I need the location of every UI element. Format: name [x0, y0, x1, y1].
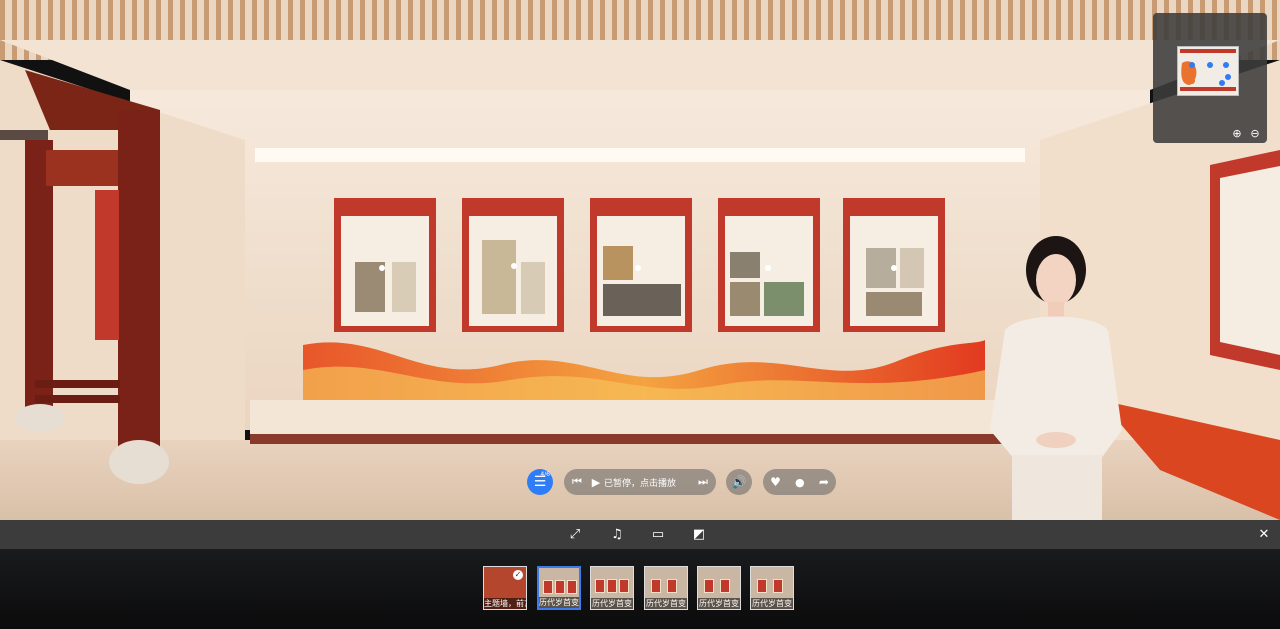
scene-thumbnail-strip: ✓ 主题墙，前言 历代岁首变 历代岁首变 历代岁首变 历代岁首变 历代岁首变 [0, 549, 1280, 629]
scene-thumbnail[interactable]: 历代岁首变 [590, 566, 634, 610]
bottom-toolbar: ⤢ ♫ ▭ ◩ ✕ [0, 520, 1280, 549]
gyroscope-icon[interactable]: ◩ [690, 526, 708, 544]
scene-thumbnail-label: 历代岁首变 [645, 598, 687, 609]
close-icon[interactable]: ✕ [1255, 526, 1273, 544]
playback-bar: ⏮ ▶ 已暂停，点击播放 ⏭ [564, 469, 716, 495]
scene-thumbnail[interactable]: 历代岁首变 [750, 566, 794, 610]
scene-thumbnail[interactable]: 历代岁首变 [644, 566, 688, 610]
floor-plan-thumbnail[interactable] [1177, 46, 1239, 96]
vr-glasses-icon[interactable]: ▭ [649, 526, 667, 544]
comment-icon[interactable]: ● [795, 476, 805, 489]
scene-thumbnail-label: 主题墙，前言 [484, 598, 526, 609]
volume-button[interactable]: 🔊 [726, 469, 752, 495]
play-icon[interactable]: ▶ [588, 476, 604, 489]
exhibition-hall-scene [0, 0, 1280, 520]
skip-previous-icon[interactable]: ⏮ [566, 475, 588, 489]
minimap-panel[interactable]: ⊕ ⊖ [1153, 13, 1267, 143]
panorama-view[interactable]: ⊕ ⊖ ☰ 4/6 ⏮ ▶ 已暂停，点击播放 ⏭ 🔊 ♥ ● ➦ [0, 0, 1280, 520]
heart-icon[interactable]: ♥ [770, 475, 781, 489]
zoom-in-icon[interactable]: ⊕ [1230, 127, 1244, 141]
fullscreen-icon[interactable]: ⤢ [566, 526, 584, 544]
zoom-out-icon[interactable]: ⊖ [1248, 127, 1262, 141]
playlist-button[interactable]: ☰ 4/6 [527, 469, 553, 495]
scene-thumbnail-label: 历代岁首变 [751, 598, 793, 609]
volume-icon: 🔊 [731, 475, 747, 489]
scene-thumbnail-label: 历代岁首变 [698, 598, 740, 609]
scene-thumbnail[interactable]: ✓ 主题墙，前言 [483, 566, 527, 610]
checkmark-icon: ✓ [513, 570, 523, 580]
social-bar: ♥ ● ➦ [763, 469, 836, 495]
scene-thumbnail-label: 历代岁首变 [591, 598, 633, 609]
playback-status[interactable]: 已暂停，点击播放 [604, 476, 676, 489]
scene-thumbnail[interactable]: 历代岁首变 [537, 566, 581, 610]
scene-thumbnail[interactable]: 历代岁首变 [697, 566, 741, 610]
music-icon[interactable]: ♫ [608, 526, 626, 544]
skip-next-icon[interactable]: ⏭ [692, 475, 714, 489]
scene-thumbnail-label: 历代岁首变 [539, 597, 579, 608]
share-icon[interactable]: ➦ [819, 475, 829, 489]
playlist-count: 4/6 [540, 471, 550, 478]
